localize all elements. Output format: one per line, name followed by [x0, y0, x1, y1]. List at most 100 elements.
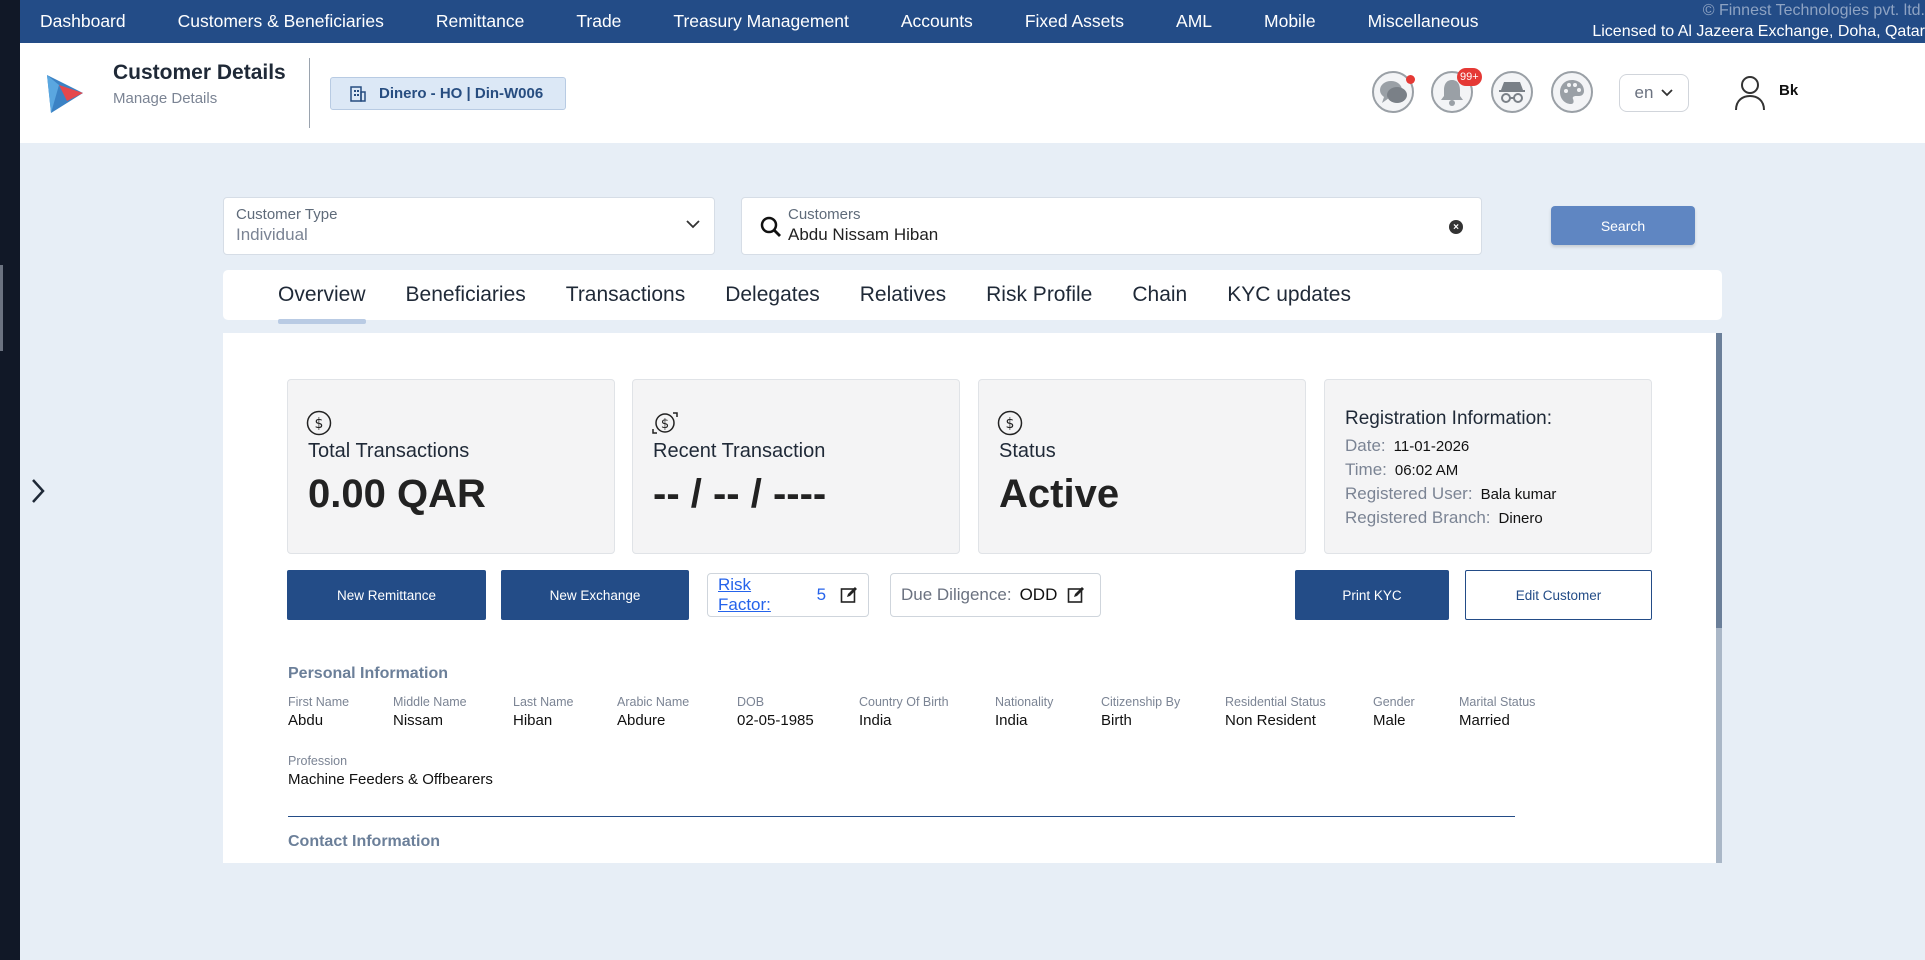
- nav-trade[interactable]: Trade: [556, 11, 621, 32]
- due-diligence-box: Due Diligence: ODD: [890, 573, 1101, 617]
- total-transactions-card: $ Total Transactions 0.00 QAR: [287, 379, 615, 554]
- registration-date: Date: 11-01-2026: [1345, 436, 1469, 456]
- incognito-button[interactable]: [1491, 71, 1533, 113]
- registration-user-label: Registered User:: [1345, 484, 1473, 503]
- tab-kyc-updates[interactable]: KYC updates: [1227, 283, 1351, 307]
- registration-time-label: Time:: [1345, 460, 1387, 479]
- field-residential-status: Residential Status Non Resident: [1225, 695, 1326, 729]
- nav-mobile[interactable]: Mobile: [1244, 11, 1316, 32]
- theme-button[interactable]: [1551, 71, 1593, 113]
- customer-type-value: Individual: [236, 225, 308, 244]
- new-remittance-button[interactable]: New Remittance: [287, 570, 486, 620]
- nav-remittance[interactable]: Remittance: [416, 11, 525, 32]
- field-label: First Name: [288, 695, 350, 709]
- nav-customers-beneficiaries[interactable]: Customers & Beneficiaries: [158, 11, 384, 32]
- customer-type-label: Customer Type: [236, 206, 338, 223]
- customer-type-select[interactable]: Customer Type Individual: [223, 197, 715, 255]
- due-diligence-value: ODD: [1019, 585, 1058, 604]
- license-text: Licensed to Al Jazeera Exchange, Doha, Q…: [1592, 23, 1925, 40]
- tab-delegates[interactable]: Delegates: [725, 283, 820, 307]
- customers-value: Abdu Nissam Hiban: [788, 225, 939, 244]
- field-first-name: First Name Abdu: [288, 695, 349, 729]
- top-navigation: Dashboard Customers & Beneficiaries Remi…: [20, 0, 1925, 43]
- field-country-of-birth: Country Of Birth India: [859, 695, 949, 729]
- page-subtitle: Manage Details: [113, 90, 218, 107]
- edit-icon[interactable]: [840, 586, 858, 604]
- field-gender: Gender Male: [1373, 695, 1415, 729]
- field-value: Abdu: [288, 712, 324, 729]
- user-name[interactable]: Bk: [1779, 82, 1798, 99]
- field-label: Marital Status: [1459, 695, 1536, 709]
- page-title: Customer Details: [113, 61, 286, 84]
- nav-accounts[interactable]: Accounts: [881, 11, 973, 32]
- field-citizenship-by: Citizenship By Birth: [1101, 695, 1180, 729]
- field-profession: Profession Machine Feeders & Offbearers: [288, 754, 493, 788]
- panel-scrollbar-thumb[interactable]: [1716, 333, 1722, 628]
- sidebar-expand-icon[interactable]: [30, 478, 46, 504]
- edit-customer-button[interactable]: Edit Customer: [1465, 570, 1652, 620]
- total-transactions-value: 0.00 QAR: [308, 472, 486, 516]
- tab-transactions[interactable]: Transactions: [566, 283, 685, 307]
- nav-dashboard[interactable]: Dashboard: [20, 11, 126, 32]
- edit-icon[interactable]: [1067, 586, 1085, 604]
- notification-count-badge: 99+: [1457, 68, 1482, 86]
- field-value: Non Resident: [1225, 712, 1316, 729]
- field-label: Country Of Birth: [859, 695, 949, 709]
- app-logo[interactable]: [45, 71, 85, 117]
- status-card: $ Status Active: [978, 379, 1306, 554]
- field-label: Citizenship By: [1101, 695, 1181, 709]
- customer-tabs: Overview Beneficiaries Transactions Dele…: [223, 270, 1722, 324]
- risk-factor-box: Risk Factor: 5: [707, 573, 869, 617]
- chevron-down-icon: [1661, 89, 1674, 97]
- language-select[interactable]: en: [1619, 74, 1689, 112]
- clear-search-icon[interactable]: ×: [1449, 220, 1463, 234]
- search-button[interactable]: Search: [1551, 206, 1695, 245]
- section-divider: [288, 816, 1515, 817]
- chat-button[interactable]: [1372, 71, 1415, 113]
- nav-miscellaneous[interactable]: Miscellaneous: [1348, 11, 1479, 32]
- svg-text:$: $: [315, 416, 324, 432]
- new-exchange-button[interactable]: New Exchange: [501, 570, 689, 620]
- registration-time: Time: 06:02 AM: [1345, 460, 1458, 480]
- status-title: Status: [999, 440, 1056, 462]
- field-label: Profession: [288, 754, 348, 768]
- registration-user-value: Bala kumar: [1480, 486, 1557, 503]
- field-nationality: Nationality India: [995, 695, 1053, 729]
- field-value: India: [995, 712, 1028, 729]
- field-value: 02-05-1985: [737, 712, 814, 729]
- registration-date-label: Date:: [1345, 436, 1386, 455]
- registration-branch-label: Registered Branch:: [1345, 508, 1491, 527]
- field-value: India: [859, 712, 892, 729]
- left-window-strip: [0, 0, 20, 960]
- license-info: © Finnest Technologies pvt. ltd. License…: [1592, 0, 1925, 42]
- field-label: Gender: [1373, 695, 1415, 709]
- branch-selector[interactable]: Dinero - HO | Din-W006: [330, 77, 566, 110]
- customer-search-input[interactable]: Customers Abdu Nissam Hiban ×: [741, 197, 1482, 255]
- nav-treasury-management[interactable]: Treasury Management: [653, 11, 848, 32]
- copyright-text: © Finnest Technologies pvt. ltd.: [1702, 2, 1925, 19]
- registration-card: Registration Information: Date: 11-01-202…: [1324, 379, 1652, 554]
- dollar-exchange-icon: $: [652, 412, 678, 434]
- field-label: Middle Name: [393, 695, 467, 709]
- search-icon: [760, 216, 781, 237]
- dollar-icon: $: [997, 410, 1023, 436]
- tab-risk-profile[interactable]: Risk Profile: [986, 283, 1092, 307]
- risk-factor-link[interactable]: Risk Factor:: [718, 575, 809, 615]
- notifications-button[interactable]: 99+: [1431, 68, 1482, 113]
- nav-fixed-assets[interactable]: Fixed Assets: [1005, 11, 1124, 32]
- field-marital-status: Marital Status Married: [1459, 695, 1535, 729]
- print-kyc-button[interactable]: Print KYC: [1295, 570, 1449, 620]
- tab-chain[interactable]: Chain: [1132, 283, 1187, 307]
- chat-icon: [1380, 81, 1407, 103]
- registration-time-value: 06:02 AM: [1394, 462, 1459, 479]
- chat-unread-dot: [1406, 75, 1415, 84]
- svg-text:$: $: [1006, 416, 1015, 432]
- nav-aml[interactable]: AML: [1156, 11, 1212, 32]
- tab-overview[interactable]: Overview: [278, 283, 366, 324]
- branch-label: Dinero - HO | Din-W006: [379, 85, 544, 102]
- field-label: Arabic Name: [617, 695, 690, 709]
- panel-scrollbar-lower: [1716, 628, 1722, 863]
- tab-relatives[interactable]: Relatives: [860, 283, 946, 307]
- tab-beneficiaries[interactable]: Beneficiaries: [406, 283, 526, 307]
- user-avatar-icon[interactable]: [1733, 75, 1767, 111]
